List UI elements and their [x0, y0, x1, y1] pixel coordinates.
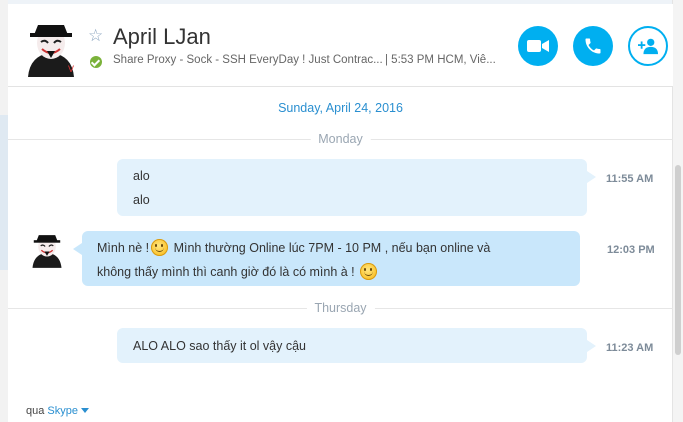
message-text: alo [133, 169, 150, 183]
message-timestamp: 12:03 PM [607, 244, 655, 256]
add-people-button[interactable] [628, 26, 668, 66]
message-text: ALO ALO sao thấy it ol vậy cậu [133, 339, 307, 353]
conversation-date: Sunday, April 24, 2016 [278, 101, 403, 115]
message-via-selector[interactable]: qua Skype [26, 405, 89, 417]
online-status-icon [90, 56, 102, 68]
message-bubble[interactable]: Mình nè ! Mình thường Online lúc 7PM - 1… [73, 231, 580, 286]
via-prefix: qua [26, 405, 45, 417]
message-timestamp: 11:55 AM [606, 173, 654, 185]
phone-icon [585, 38, 601, 54]
contact-local-time: | 5:53 PM HCM, Viê... [385, 54, 496, 66]
dropdown-caret-icon[interactable] [81, 408, 89, 413]
day-label: Monday [310, 131, 371, 147]
contact-list-edge [0, 0, 8, 422]
contact-mood-message: Share Proxy - Sock - SSH EveryDay ! Just… [113, 54, 383, 66]
smile-emoticon-icon [151, 239, 169, 256]
video-camera-icon [527, 40, 549, 52]
audio-call-button[interactable] [573, 26, 613, 66]
video-call-button[interactable] [518, 26, 558, 66]
sender-avatar[interactable] [30, 230, 64, 268]
service-link[interactable]: Skype [47, 405, 78, 417]
day-separator: Thursday [8, 300, 673, 316]
message-text: không thấy mình thì canh giờ đó là có mì… [97, 265, 355, 279]
scrollbar-thumb[interactable] [675, 165, 681, 355]
day-label: Thursday [306, 300, 375, 316]
message-text: Mình thường Online lúc 7PM - 10 PM , nếu… [170, 241, 491, 255]
contact-name: April LJan [113, 24, 211, 49]
message-bubble[interactable]: ALO ALO sao thấy it ol vậy cậu [117, 328, 596, 363]
contact-list-highlight [0, 115, 8, 270]
conversation-header: V ☆ April LJan Share Proxy - Sock - SSH … [8, 4, 673, 87]
message-timestamp: 11:23 AM [606, 342, 654, 354]
message-text: alo [133, 193, 150, 207]
avatar[interactable]: V [24, 17, 78, 77]
favorite-star-icon[interactable]: ☆ [88, 26, 103, 46]
smile-emoticon-icon [360, 263, 378, 280]
add-person-icon [638, 38, 658, 55]
message-text: Mình nè ! [97, 241, 150, 255]
scrollbar[interactable] [672, 0, 683, 422]
day-separator: Monday [8, 131, 673, 147]
message-bubble[interactable]: alo alo [117, 159, 596, 216]
svg-text:V: V [68, 64, 74, 74]
